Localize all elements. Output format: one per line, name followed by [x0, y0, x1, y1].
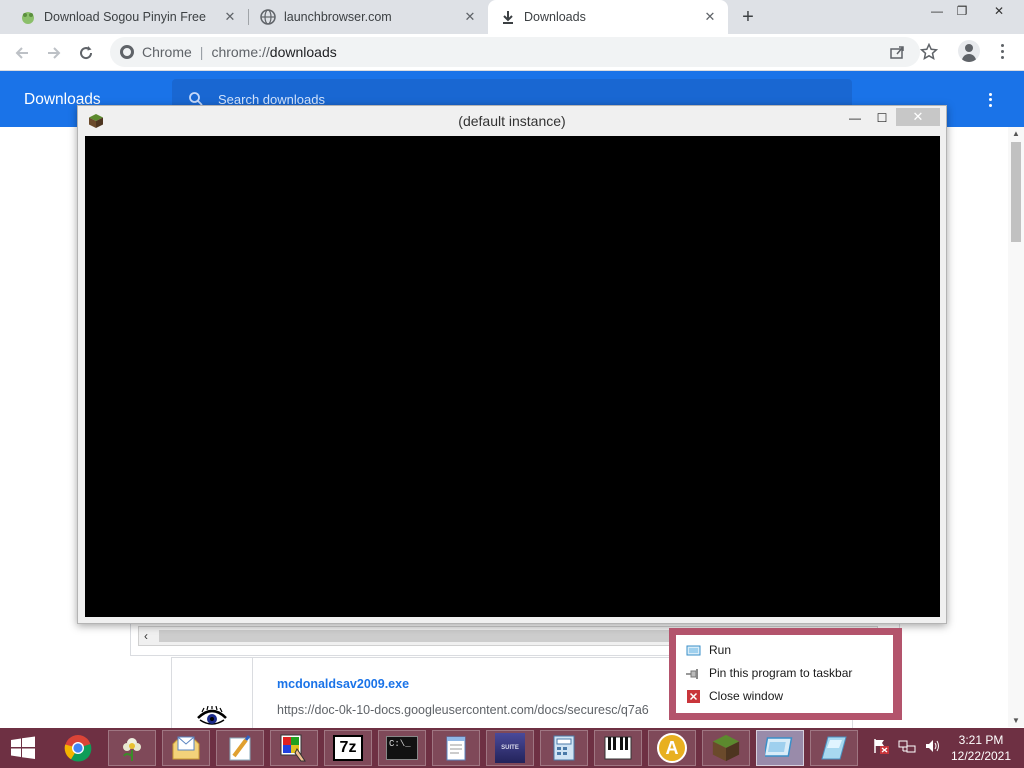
close-tab-icon[interactable]: ✕ — [702, 9, 718, 25]
game-canvas[interactable] — [85, 136, 940, 617]
share-icon[interactable] — [888, 43, 906, 61]
download-filename-link[interactable]: mcdonaldsav2009.exe — [277, 677, 409, 691]
calculator-icon[interactable] — [540, 730, 588, 766]
letter-a-icon[interactable]: A — [648, 730, 696, 766]
suite-app-icon[interactable]: SUITE — [486, 730, 534, 766]
tab-downloads[interactable]: Downloads ✕ — [488, 0, 728, 34]
mail-folder-icon[interactable] — [162, 730, 210, 766]
default-instance-window: (default instance) — ☐ ✕ — [77, 105, 947, 624]
downloads-menu-icon[interactable] — [986, 92, 994, 108]
close-button[interactable]: ✕ — [982, 0, 1016, 22]
sogou-icon — [20, 9, 36, 25]
profile-avatar-icon[interactable] — [958, 40, 980, 62]
notepad-icon[interactable] — [432, 730, 480, 766]
flower-app-icon[interactable] — [108, 730, 156, 766]
jump-list-label: Pin this program to taskbar — [709, 666, 853, 680]
action-center-flag-icon[interactable] — [872, 738, 890, 759]
cmd-icon[interactable]: C:\_ — [378, 730, 426, 766]
window-titlebar[interactable]: (default instance) — ☐ ✕ — [78, 106, 946, 136]
close-tab-icon[interactable]: ✕ — [222, 9, 238, 25]
close-window-icon — [686, 689, 701, 703]
scroll-down-icon[interactable]: ▼ — [1012, 716, 1020, 725]
clock-date: 12/22/2021 — [950, 749, 1012, 763]
jump-list-label: Close window — [709, 689, 784, 703]
tab-title: Downloads — [524, 10, 586, 24]
piano-icon[interactable] — [594, 730, 642, 766]
address-bar[interactable]: Chrome | chrome://downloads — [110, 37, 920, 67]
network-icon[interactable] — [898, 738, 916, 759]
7zip-icon[interactable]: 7z — [324, 730, 372, 766]
tab-launchbrowser[interactable]: launchbrowser.com ✕ — [248, 0, 488, 34]
window-title: (default instance) — [458, 113, 566, 129]
minecraft-icon[interactable] — [702, 730, 750, 766]
back-icon[interactable] — [10, 41, 34, 65]
globe-icon — [260, 9, 276, 25]
scroll-left-icon[interactable]: ‹ — [144, 629, 148, 643]
taskbar-jump-list: Run Pin this program to taskbar Close wi… — [669, 628, 902, 720]
browser-menu-icon[interactable] — [996, 42, 1008, 60]
jump-list-pin[interactable]: Pin this program to taskbar — [686, 664, 852, 682]
system-tray — [872, 728, 942, 768]
window-minimize-button[interactable]: — — [848, 108, 862, 128]
page-scrollbar[interactable]: ▲ ▼ — [1008, 127, 1024, 727]
active-window-icon[interactable] — [756, 730, 804, 766]
address-path: downloads — [269, 44, 337, 60]
close-tab-icon[interactable]: ✕ — [462, 9, 478, 25]
start-button[interactable] — [0, 730, 46, 766]
window-maximize-button[interactable]: ☐ — [875, 108, 889, 128]
new-tab-button[interactable]: + — [738, 7, 758, 27]
chrome-page-icon — [120, 45, 134, 59]
jump-list-close[interactable]: Close window — [686, 687, 783, 705]
jump-list-panel: Run Pin this program to taskbar Close wi… — [676, 635, 893, 713]
pin-icon — [686, 667, 701, 680]
download-item-icon-column — [172, 658, 253, 730]
tab-title: Download Sogou Pinyin Free — [44, 10, 206, 24]
window-close-button[interactable]: ✕ — [896, 108, 940, 126]
tab-sogou[interactable]: Download Sogou Pinyin Free ✕ — [8, 0, 248, 34]
tab-strip: Download Sogou Pinyin Free ✕ launchbrows… — [0, 0, 1024, 34]
download-source-url[interactable]: https://doc-0k-10-docs.googleusercontent… — [277, 703, 672, 717]
forward-icon[interactable] — [42, 41, 66, 65]
scroll-up-icon[interactable]: ▲ — [1012, 129, 1020, 138]
taskbar-clock[interactable]: 3:21 PM 12/22/2021 — [946, 732, 1016, 764]
taskbar: 7z C:\_ SUITE A 3:21 PM 12/22/2021 — [0, 728, 1024, 768]
address-origin: Chrome — [142, 44, 192, 60]
address-scheme: chrome:// — [211, 44, 270, 60]
browser-toolbar: Chrome | chrome://downloads — [0, 34, 1024, 71]
paint-icon[interactable] — [216, 730, 264, 766]
jump-list-label: Run — [709, 643, 732, 657]
address-separator: | — [199, 44, 204, 60]
tab-title: launchbrowser.com — [284, 10, 392, 24]
eye-file-icon — [197, 706, 227, 725]
bookmark-star-icon[interactable] — [919, 42, 939, 66]
clock-time: 3:21 PM — [958, 733, 1004, 747]
chrome-icon[interactable] — [54, 730, 102, 766]
scroll-thumb[interactable] — [1011, 142, 1021, 242]
glass-app-icon[interactable] — [810, 730, 858, 766]
run-icon — [686, 644, 701, 657]
hscroll-thumb[interactable] — [159, 630, 679, 642]
restore-button[interactable]: ❐ — [947, 0, 977, 22]
jump-list-run[interactable]: Run — [686, 641, 731, 659]
color-picker-icon[interactable] — [270, 730, 318, 766]
volume-icon[interactable] — [924, 738, 942, 759]
reload-icon[interactable] — [74, 41, 98, 65]
download-icon — [500, 9, 516, 25]
